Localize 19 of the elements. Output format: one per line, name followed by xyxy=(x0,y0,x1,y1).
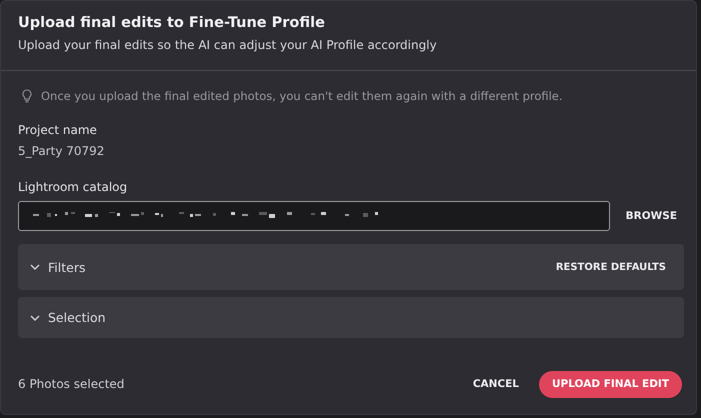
project-name: 5_Party 70792 xyxy=(18,144,106,158)
restore-defaults-button[interactable]: RESTORE DEFAULTS xyxy=(550,258,672,276)
accordion-header[interactable]: Selection xyxy=(18,297,684,338)
selection-count: 6 Photos selected xyxy=(18,377,124,391)
section-title: Selection xyxy=(48,310,106,325)
chevron-icon xyxy=(30,264,40,270)
accordion-header[interactable]: Filters RESTORE DEFAULTS xyxy=(18,244,684,290)
lightbulb-icon xyxy=(22,89,32,103)
field-label: Lightroom catalog xyxy=(18,180,128,194)
notice-text: Once you upload the final edited photos, you can't edit them again with a different profile. xyxy=(41,89,563,103)
field-label: Project name xyxy=(18,123,98,137)
cancel-button[interactable]: CANCEL xyxy=(466,374,526,394)
browse-button[interactable]: BROWSE xyxy=(620,206,683,226)
dialog-subtitle: Upload your final edits so the AI can adjust your AI Profile accordingly xyxy=(18,38,438,52)
input-field[interactable] xyxy=(18,201,610,231)
upload-button[interactable]: UPLOAD FINAL EDIT xyxy=(539,370,682,398)
dialog-title: Upload final edits to Fine-Tune Profile xyxy=(18,15,326,31)
section-title: Filters xyxy=(48,260,86,274)
chevron-icon xyxy=(30,314,40,320)
